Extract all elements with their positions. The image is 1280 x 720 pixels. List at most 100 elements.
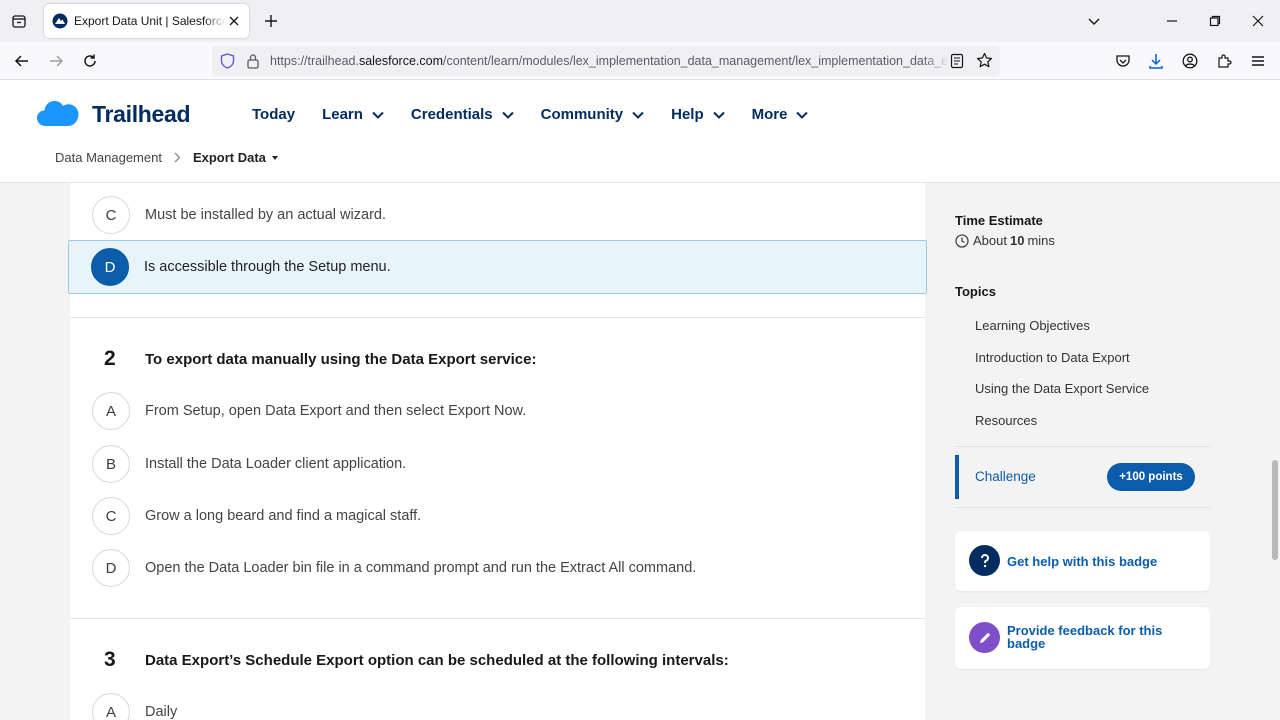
challenge-label: Challenge <box>975 469 1036 484</box>
address-bar[interactable]: https://trailhead.salesforce.com/content… <box>212 46 1000 76</box>
bookmark-star-icon[interactable] <box>976 52 993 74</box>
chevron-down-icon <box>712 111 725 119</box>
topic-link[interactable]: Introduction to Data Export <box>975 350 1130 365</box>
get-help-label: Get help with this badge <box>1007 554 1158 569</box>
breadcrumb-current-label: Export Data <box>192 150 266 165</box>
answer-text: Open the Data Loader bin file in a comma… <box>145 560 697 576</box>
answer-letter: C <box>92 497 130 535</box>
browser-tab[interactable]: Export Data Unit | Salesforce Trailhead <box>44 4 249 38</box>
answer-option[interactable]: D Open the Data Loader bin file in a com… <box>70 541 925 595</box>
get-help-card[interactable]: Get help with this badge <box>955 531 1210 591</box>
nav-community-label: Community <box>540 106 624 123</box>
url-domain: salesforce.com <box>358 54 444 68</box>
minimize-icon[interactable] <box>1163 12 1181 30</box>
caret-down-icon <box>271 155 278 160</box>
reload-icon[interactable] <box>80 51 100 71</box>
pocket-icon[interactable] <box>1113 51 1133 71</box>
main-navigation: Today Learn Credentials Community Help M… <box>252 106 835 123</box>
reader-view-icon[interactable] <box>950 53 964 74</box>
feedback-label: Provide feedback for this badge <box>1007 623 1163 651</box>
menu-hamburger-icon[interactable] <box>1248 51 1268 71</box>
time-estimate-label: Time Estimate <box>955 213 1043 228</box>
nav-more[interactable]: More <box>752 106 809 123</box>
pencil-icon <box>969 622 1000 653</box>
question-mark-icon <box>969 545 1000 576</box>
answer-option[interactable]: A From Setup, open Data Export and then … <box>70 384 925 438</box>
answer-option-selected[interactable]: D Is accessible through the Setup menu. <box>68 240 927 294</box>
clock-icon <box>955 233 969 248</box>
challenge-link[interactable]: Challenge +100 points <box>955 455 1210 499</box>
forward-arrow-icon[interactable] <box>46 51 66 71</box>
nav-help[interactable]: Help <box>671 106 725 123</box>
tab-title: Export Data Unit | Salesforce Trailhead <box>74 14 226 28</box>
nav-community[interactable]: Community <box>541 106 645 123</box>
browser-tab-bar: Export Data Unit | Salesforce Trailhead <box>0 0 1280 42</box>
breadcrumb-current[interactable]: Export Data <box>193 150 280 165</box>
answer-text: Daily <box>145 704 178 720</box>
answer-option[interactable]: C Grow a long beard and find a magical s… <box>70 489 925 543</box>
close-tab-icon[interactable] <box>227 14 241 28</box>
nav-credentials-label: Credentials <box>410 106 493 123</box>
question-text: To export data manually using the Data E… <box>145 350 537 368</box>
answer-letter: D <box>91 248 129 286</box>
feedback-card[interactable]: Provide feedback for this badge <box>955 607 1210 669</box>
tab-list-icon[interactable] <box>8 10 30 32</box>
list-all-tabs-icon[interactable] <box>1085 12 1103 30</box>
nav-today-label: Today <box>252 106 296 123</box>
answer-text: From Setup, open Data Export and then se… <box>145 403 527 419</box>
back-arrow-icon[interactable] <box>12 51 32 71</box>
answer-letter: A <box>92 392 130 430</box>
trailhead-favicon-icon <box>52 13 68 29</box>
url-path: /content/learn/modules/lex_implementatio… <box>443 54 950 68</box>
quiz-card: C Must be installed by an actual wizard.… <box>68 183 927 720</box>
restore-icon[interactable] <box>1206 12 1224 30</box>
question-number: 3 <box>104 648 116 671</box>
topic-link[interactable]: Using the Data Export Service <box>975 381 1149 396</box>
lock-icon[interactable] <box>246 53 260 74</box>
nav-learn-label: Learn <box>322 106 363 123</box>
chevron-down-icon <box>632 111 644 119</box>
topic-link[interactable]: Resources <box>975 413 1037 428</box>
chevron-right-icon <box>174 152 181 163</box>
time-number: 10 <box>1009 233 1025 248</box>
answer-text: Grow a long beard and find a magical sta… <box>145 508 422 524</box>
nav-help-label: Help <box>671 106 704 123</box>
logo-text: Trailhead <box>92 100 191 127</box>
chevron-down-icon <box>796 111 809 119</box>
question-divider <box>70 317 925 318</box>
time-prefix: About <box>973 233 1007 248</box>
account-icon[interactable] <box>1180 51 1200 71</box>
page-scrollbar[interactable] <box>1272 460 1278 560</box>
extensions-icon[interactable] <box>1214 51 1234 71</box>
question-number: 2 <box>104 347 116 370</box>
url-text[interactable]: https://trailhead.salesforce.com/content… <box>270 54 950 68</box>
nav-credentials[interactable]: Credentials <box>411 106 514 123</box>
sidebar-divider <box>955 507 1210 508</box>
unit-sidebar: Time Estimate About 10 mins Topics Learn… <box>925 183 1280 720</box>
trailhead-logo[interactable]: Trailhead <box>36 98 191 130</box>
answer-option[interactable]: B Install the Data Loader client applica… <box>70 437 925 491</box>
breadcrumb: Data Management Export Data <box>55 150 280 165</box>
question-2: 2 To export data manually using the Data… <box>70 346 925 372</box>
nav-more-label: More <box>751 106 788 123</box>
nav-learn[interactable]: Learn <box>322 106 384 123</box>
answer-option[interactable]: C Must be installed by an actual wizard. <box>70 188 925 242</box>
site-header: Trailhead Today Learn Credentials Commun… <box>0 80 1280 183</box>
answer-option[interactable]: A Daily <box>70 685 925 720</box>
question-divider <box>70 618 925 619</box>
topic-link[interactable]: Learning Objectives <box>975 318 1090 333</box>
answer-letter: A <box>92 693 130 720</box>
url-prefix: https://trailhead. <box>270 54 359 68</box>
downloads-icon[interactable] <box>1146 51 1166 71</box>
sidebar-divider <box>955 446 1210 447</box>
answer-letter: D <box>92 549 130 587</box>
tracking-protection-shield-icon[interactable] <box>220 53 235 74</box>
answer-letter: C <box>92 196 130 234</box>
time-estimate-value: About 10 mins <box>955 233 1055 248</box>
close-window-icon[interactable] <box>1249 12 1267 30</box>
nav-today[interactable]: Today <box>252 106 295 123</box>
breadcrumb-parent[interactable]: Data Management <box>55 150 162 165</box>
topics-label: Topics <box>955 284 996 299</box>
new-tab-icon[interactable] <box>262 12 280 30</box>
chevron-down-icon <box>501 111 514 119</box>
